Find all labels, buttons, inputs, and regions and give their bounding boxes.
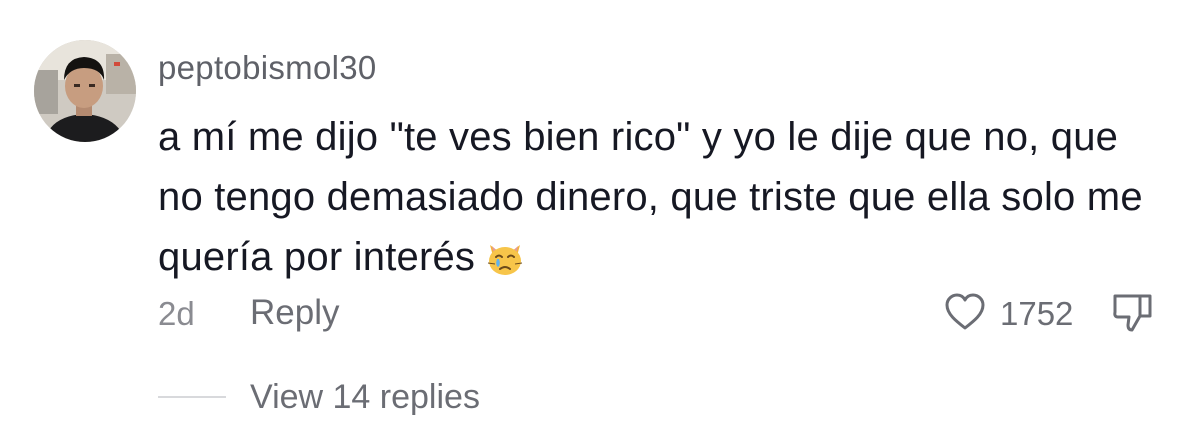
dislike-button[interactable] — [1110, 290, 1156, 336]
thumbs-down-icon — [1113, 294, 1152, 332]
comment-text-container: a mí me dijo "te ves bien rico" y yo le … — [158, 107, 1168, 287]
crying-cat-face-icon — [485, 235, 525, 275]
replies-divider — [158, 396, 226, 398]
reply-button[interactable]: Reply — [250, 292, 339, 334]
timestamp: 2d — [158, 295, 195, 332]
view-replies-button[interactable]: View 14 replies — [250, 376, 480, 418]
avatar-image — [34, 40, 136, 142]
avatar[interactable] — [34, 40, 136, 142]
comment-item: peptobismol30 a mí me dijo "te ves bien … — [0, 0, 1200, 448]
comment-text: a mí me dijo "te ves bien rico" y yo le … — [158, 115, 1143, 279]
like-count: 1752 — [1000, 295, 1074, 332]
heart-icon — [945, 293, 985, 330]
like-button[interactable] — [944, 292, 986, 332]
username[interactable]: peptobismol30 — [158, 48, 377, 88]
